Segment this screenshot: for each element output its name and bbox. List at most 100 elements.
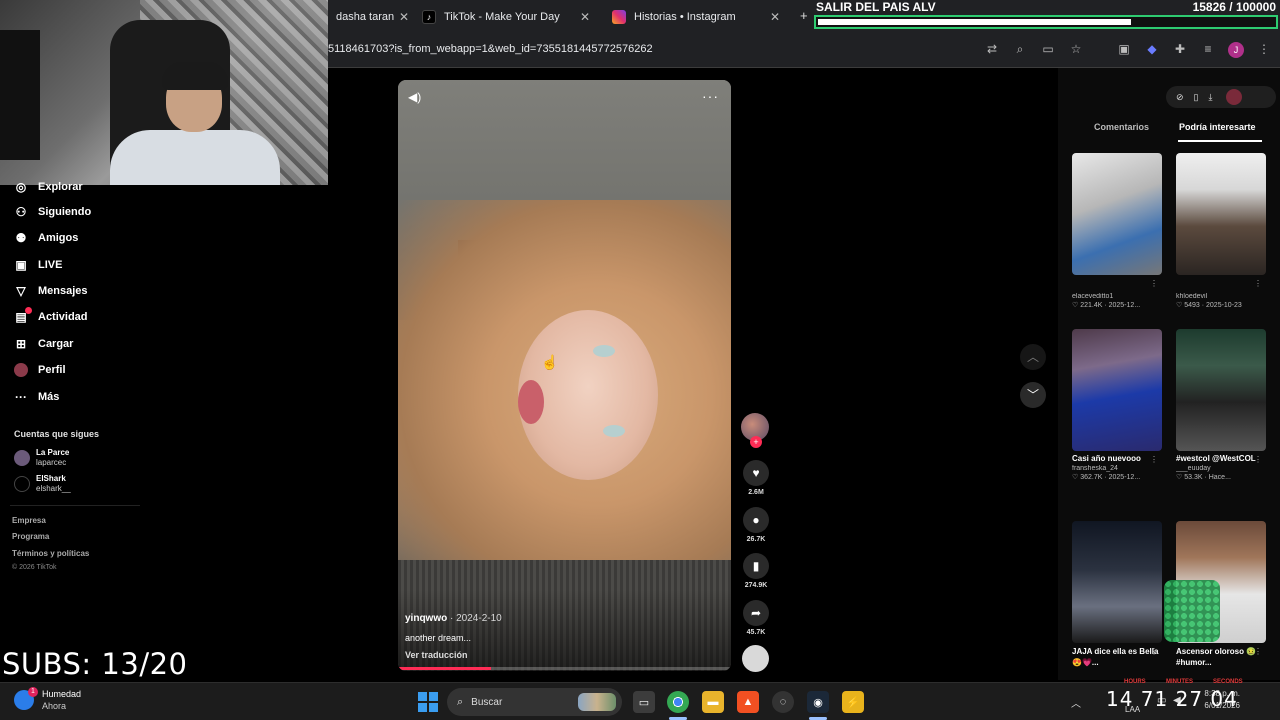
video-author-line[interactable]: yinqwwo · 2024-2-10 <box>405 613 502 624</box>
video-thumbnail[interactable] <box>1072 329 1162 451</box>
search-placeholder: Buscar <box>471 696 503 708</box>
save-button[interactable]: ▮ 274.9K <box>741 553 771 589</box>
sidebar-item-label: Explorar <box>38 181 83 193</box>
sidebar-item-mensajes[interactable]: ▽ Mensajes <box>14 284 87 298</box>
weather-widget[interactable]: 1 Humedad Ahora <box>14 687 81 712</box>
sidebar-item-live[interactable]: ▣ LIVE <box>14 258 62 272</box>
avatar[interactable] <box>1226 89 1243 105</box>
video-player[interactable]: ◀) ··· yinqwwo · 2024-2-10 another dream… <box>398 80 731 671</box>
card-title[interactable]: Ascensor oloroso 🤢 #humor... <box>1176 646 1266 668</box>
sidebar-item-perfil[interactable]: Perfil <box>14 363 66 377</box>
tab-instagram[interactable]: Historias • Instagram ✕ <box>604 4 784 30</box>
close-icon[interactable]: ✕ <box>399 10 409 24</box>
profile-avatar[interactable]: J <box>1228 42 1244 58</box>
url-field[interactable]: 5118461703?is_from_webapp=1&web_id=73551… <box>328 43 653 55</box>
close-icon[interactable]: ✕ <box>580 10 590 24</box>
recommended-video-card[interactable]: khloedevil ♡ 5493 · 2025-10-23 ⋮ <box>1176 153 1266 309</box>
video-subject-lips <box>518 380 544 424</box>
card-user[interactable]: ___euuday <box>1176 465 1266 472</box>
menu-icon[interactable]: ⋮ <box>1256 42 1272 58</box>
tab-podria-interesarte[interactable]: Podría interesarte <box>1179 122 1256 132</box>
sound-disc[interactable] <box>742 645 769 672</box>
video-thumbnail[interactable] <box>1072 521 1162 643</box>
footer-link-programa[interactable]: Programa <box>12 532 49 541</box>
picture-in-picture-icon[interactable]: ▣ <box>1116 42 1132 58</box>
recommended-video-card[interactable]: Casi año nuevooo fransheska_24 ♡ 362.7K … <box>1072 329 1162 481</box>
card-title[interactable]: JAJA dice ella es Bella 😍💗... <box>1072 646 1162 668</box>
footer-link-empresa[interactable]: Empresa <box>12 516 46 525</box>
cast-icon[interactable]: ▭ <box>1040 42 1056 58</box>
more-options-icon[interactable]: ⋮ <box>1150 455 1158 464</box>
follow-plus-icon[interactable]: + <box>750 436 762 448</box>
share-icon: ➦ <box>743 600 769 626</box>
followed-account[interactable]: ElShark elshark__ <box>14 474 71 494</box>
translate-link[interactable]: Ver traducción <box>405 650 468 660</box>
like-button[interactable]: ♥ 2.6M <box>741 460 771 496</box>
more-options-icon[interactable]: ⋮ <box>1254 279 1262 288</box>
sidebar-item-mas[interactable]: ··· Más <box>14 390 59 404</box>
card-user[interactable]: elaceveditto1 <box>1072 293 1162 300</box>
translate-icon[interactable]: ⇄ <box>984 42 1000 58</box>
sidebar-item-amigos[interactable]: ⚉ Amigos <box>14 231 79 245</box>
file-explorer-icon[interactable]: ▬ <box>702 691 724 713</box>
sidebar-item-label: Actividad <box>38 311 88 323</box>
new-tab-icon[interactable]: + <box>800 8 808 23</box>
previous-video-button[interactable]: ︿ <box>1020 344 1046 370</box>
more-options-icon[interactable]: ⋮ <box>1254 455 1262 464</box>
following-icon: ⚇ <box>15 205 27 219</box>
bookmark-star-icon[interactable]: ☆ <box>1068 42 1084 58</box>
tab-dasha[interactable]: dasha taran ✕ <box>328 4 409 30</box>
video-thumbnail[interactable] <box>1176 153 1266 275</box>
upload-icon: ⊞ <box>15 337 27 351</box>
card-user[interactable]: fransheska_24 <box>1072 465 1162 472</box>
card-title[interactable]: Casi año nuevooo <box>1072 454 1162 463</box>
brave-icon[interactable]: ▲ <box>737 691 759 713</box>
zoom-icon[interactable]: ⌕ <box>1012 42 1028 58</box>
share-button[interactable]: ➦ 45.7K <box>741 600 771 636</box>
tab-comentarios[interactable]: Comentarios <box>1094 122 1149 132</box>
chevron-up-icon[interactable]: ︿ <box>1071 695 1081 710</box>
tab-tiktok[interactable]: ♪ TikTok - Make Your Day ✕ <box>414 4 594 30</box>
sidebar-item-explorar[interactable]: ◎ Explorar <box>14 180 83 194</box>
more-options-icon[interactable]: ⋮ <box>1150 647 1158 656</box>
sidebar-item-cargar[interactable]: ⊞ Cargar <box>14 337 74 351</box>
video-thumbnail[interactable] <box>1176 329 1266 451</box>
volume-icon[interactable]: ◀) <box>408 90 421 104</box>
phone-icon[interactable]: ▯ <box>1194 92 1199 103</box>
taskbar-search[interactable]: ⌕ Buscar <box>447 688 622 716</box>
close-icon[interactable]: ✕ <box>770 10 780 24</box>
search-highlight-image <box>578 693 616 711</box>
video-caption[interactable]: another dream... <box>405 633 471 643</box>
card-title[interactable]: #westcol @WestCOL <box>1176 454 1266 463</box>
video-progress-bar[interactable] <box>398 667 731 670</box>
followed-account[interactable]: La Parce laparcec <box>14 448 69 468</box>
recommended-video-card[interactable]: elaceveditto1 ♡ 221.4K · 2025-12... ⋮ <box>1072 153 1162 309</box>
comment-button[interactable]: ● 26.7K <box>741 507 771 543</box>
recommended-video-card[interactable]: JAJA dice ella es Bella 😍💗... ⋮ <box>1072 521 1162 668</box>
embed-icon[interactable]: ⊘ <box>1176 92 1184 103</box>
more-options-icon[interactable]: ··· <box>702 88 719 104</box>
weather-text: Humedad Ahora <box>42 688 81 712</box>
footer-link-terminos[interactable]: Términos y políticas <box>12 549 89 558</box>
extension-icon[interactable]: ◆ <box>1144 42 1160 58</box>
more-options-icon[interactable]: ⋮ <box>1254 647 1262 656</box>
chrome-icon[interactable] <box>667 691 689 713</box>
followed-account-user: elshark__ <box>36 484 71 493</box>
windows-start-icon[interactable] <box>418 692 438 712</box>
video-thumbnail[interactable] <box>1072 153 1162 275</box>
webcam-overlay <box>0 0 328 185</box>
app-icon[interactable]: ⚡ <box>842 691 864 713</box>
app-icon[interactable]: ◌ <box>772 691 794 713</box>
more-options-icon[interactable]: ⋮ <box>1150 279 1158 288</box>
download-icon[interactable]: ⤓ <box>1209 92 1213 103</box>
next-video-button[interactable]: ﹀ <box>1020 382 1046 408</box>
recommended-video-card[interactable]: #westcol @WestCOL ___euuday ♡ 53.3K · Ha… <box>1176 329 1266 481</box>
media-icon[interactable]: ≡ <box>1200 42 1216 58</box>
extensions-puzzle-icon[interactable]: ✚ <box>1172 42 1188 58</box>
sidebar-item-siguiendo[interactable]: ⚇ Siguiendo <box>14 205 92 219</box>
sidebar-item-actividad[interactable]: ▤ Actividad <box>14 307 88 324</box>
card-user[interactable]: khloedevil <box>1176 293 1266 300</box>
task-view-icon[interactable]: ▭ <box>633 691 655 713</box>
video-author[interactable]: yinqwwo <box>405 613 447 624</box>
steam-icon[interactable]: ◉ <box>807 691 829 713</box>
